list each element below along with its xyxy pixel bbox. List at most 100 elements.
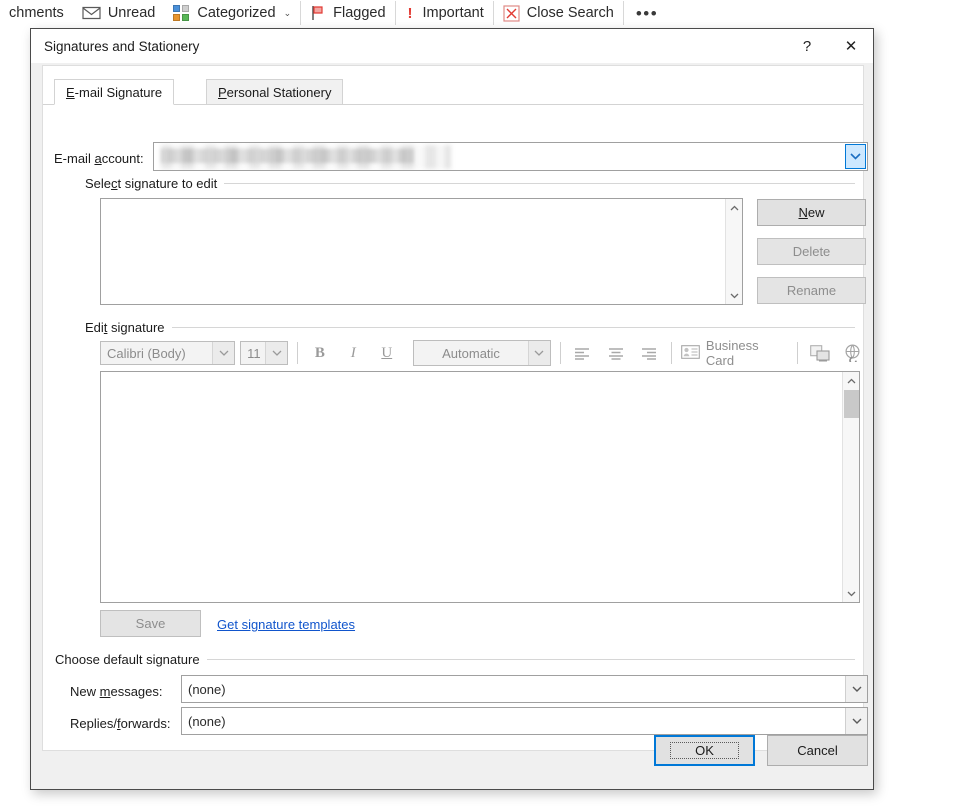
signature-list-scrollbar[interactable] — [725, 199, 742, 304]
scrollbar-thumb[interactable] — [844, 390, 859, 418]
tab-email-signature[interactable]: E-mail Signature — [54, 79, 175, 105]
ribbon-item-important[interactable]: ! Important — [396, 0, 493, 26]
cancel-button[interactable]: Cancel — [767, 735, 868, 766]
ribbon-item-close-search[interactable]: Close Search — [494, 0, 623, 26]
save-signature-label: Save — [135, 616, 166, 631]
tab-email-signature-label: E-mail Signature — [66, 84, 163, 100]
email-account-label: E-mail account: — [54, 151, 144, 166]
toolbar-divider — [797, 342, 799, 364]
group-divider — [171, 327, 855, 328]
align-center-button[interactable] — [603, 341, 628, 365]
font-size-value: 11 — [247, 345, 261, 361]
formatting-toolbar: Calibri (Body) 11 B I U Automatic Busine… — [100, 338, 866, 368]
chevron-down-icon[interactable] — [845, 708, 867, 734]
select-signature-group-text: Select signature to edit — [85, 176, 218, 191]
ribbon-item-unread[interactable]: Unread — [73, 0, 165, 26]
dialog-titlebar: Signatures and Stationery ? ✕ — [31, 29, 873, 63]
new-messages-combobox[interactable]: (none) — [181, 675, 868, 703]
tab-personal-stationery-label: Personal Stationery — [218, 84, 332, 100]
ok-button-label: OK — [670, 742, 739, 759]
default-signature-group-text: Choose default signature — [55, 652, 200, 667]
signatures-and-stationery-dialog: Signatures and Stationery ? ✕ E-mail Sig… — [30, 28, 874, 790]
ribbon-item-flagged[interactable]: Flagged — [301, 0, 394, 26]
font-family-combobox[interactable]: Calibri (Body) — [100, 341, 236, 365]
scroll-down-icon[interactable] — [843, 585, 860, 602]
scroll-down-icon[interactable] — [726, 287, 743, 304]
default-signature-group-label: Choose default signature — [55, 652, 855, 667]
new-messages-label: New messages: — [70, 684, 163, 699]
close-button[interactable]: ✕ — [829, 30, 873, 62]
email-account-value — [154, 143, 844, 170]
email-account-combobox[interactable] — [153, 142, 868, 171]
signature-listbox[interactable] — [100, 198, 743, 305]
scroll-up-icon[interactable] — [843, 372, 860, 389]
flag-icon — [310, 5, 326, 21]
ribbon-item-flagged-label: Flagged — [333, 4, 386, 21]
bold-button[interactable]: B — [307, 341, 332, 365]
new-signature-label: New — [798, 205, 825, 220]
font-color-value: Automatic — [442, 345, 500, 361]
close-search-icon — [503, 4, 520, 22]
delete-signature-label: Delete — [792, 244, 831, 259]
ribbon-item-important-label: Important — [422, 4, 484, 21]
get-signature-templates-link[interactable]: Get signature templates — [217, 617, 355, 632]
group-divider — [224, 183, 855, 184]
replies-forwards-combobox[interactable]: (none) — [181, 707, 868, 735]
envelope-icon — [82, 6, 101, 20]
ribbon-item-close-search-label: Close Search — [526, 4, 614, 21]
tab-personal-stationery[interactable]: Personal Stationery — [206, 79, 344, 105]
align-left-button[interactable] — [570, 341, 595, 365]
insert-picture-button[interactable] — [807, 341, 832, 365]
chevron-down-icon[interactable] — [265, 342, 288, 364]
italic-button[interactable]: I — [341, 341, 366, 365]
chevron-down-icon: ⌄ — [283, 7, 292, 18]
ribbon-item-attachments[interactable]: chments — [0, 0, 73, 26]
edit-signature-group-text: Edit signature — [85, 320, 165, 335]
ok-button[interactable]: OK — [654, 735, 755, 766]
signature-edit-area[interactable] — [100, 371, 860, 603]
titlebar-buttons: ? ✕ — [785, 29, 873, 63]
align-right-button[interactable] — [636, 341, 661, 365]
ribbon-item-unread-label: Unread — [107, 4, 156, 21]
ribbon-item-categorized-label: Categorized — [197, 4, 276, 21]
exclamation-icon: ! — [407, 4, 413, 22]
business-card-label: Business Card — [705, 338, 759, 368]
signature-edit-scrollbar[interactable] — [842, 372, 859, 602]
replies-forwards-label: Replies/forwards: — [70, 716, 171, 731]
font-family-value: Calibri (Body) — [107, 345, 186, 361]
categories-icon — [173, 4, 190, 22]
toolbar-divider — [559, 342, 561, 364]
chevron-down-icon[interactable] — [527, 341, 550, 365]
group-divider — [206, 659, 855, 660]
font-size-combobox[interactable]: 11 — [240, 341, 289, 365]
new-signature-button[interactable]: New — [757, 199, 866, 226]
ribbon-item-attachments-label: chments — [9, 4, 64, 21]
dialog-content-panel: E-mail Signature Personal Stationery E-m… — [42, 65, 868, 751]
underline-button[interactable]: U — [374, 341, 399, 365]
replies-forwards-value: (none) — [188, 713, 226, 729]
edit-signature-group-label: Edit signature — [85, 320, 855, 335]
chevron-down-icon[interactable] — [845, 144, 866, 169]
chevron-down-icon[interactable] — [845, 676, 867, 702]
insert-hyperlink-button[interactable] — [841, 341, 866, 365]
cancel-button-label: Cancel — [797, 743, 838, 758]
rename-signature-label: Rename — [786, 283, 837, 298]
ribbon-overflow-button[interactable]: ••• — [624, 5, 670, 22]
business-card-button[interactable]: Business Card — [681, 338, 788, 368]
save-signature-button[interactable]: Save — [100, 610, 201, 637]
toolbar-divider — [670, 342, 672, 364]
new-messages-value: (none) — [188, 681, 226, 697]
scroll-up-icon[interactable] — [726, 199, 743, 216]
tab-strip: E-mail Signature Personal Stationery — [43, 79, 863, 105]
ribbon-item-categorized[interactable]: Categorized ⌄ — [164, 0, 300, 26]
select-signature-group-label: Select signature to edit — [85, 176, 855, 191]
font-color-combobox[interactable]: Automatic — [413, 340, 551, 366]
toolbar-divider — [297, 342, 299, 364]
rename-signature-button[interactable]: Rename — [757, 277, 866, 304]
chevron-down-icon[interactable] — [212, 342, 235, 364]
delete-signature-button[interactable]: Delete — [757, 238, 866, 265]
search-ribbon: chments Unread Categorized ⌄ Flagged ! I… — [0, 0, 962, 26]
dialog-title: Signatures and Stationery — [44, 38, 200, 54]
help-button[interactable]: ? — [785, 30, 829, 62]
redacted-email-account-halo — [161, 145, 451, 169]
